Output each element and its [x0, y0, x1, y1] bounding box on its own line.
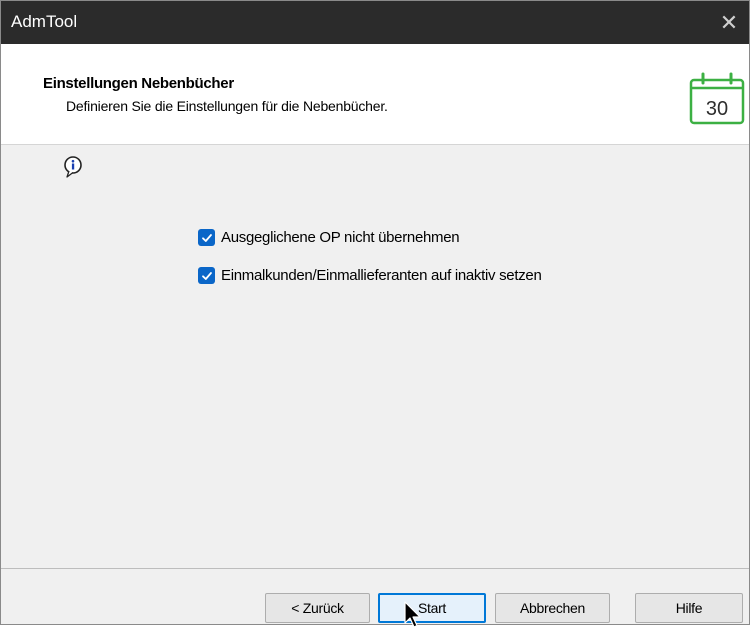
button-bar: < Zurück Start Abbrechen Hilfe	[1, 568, 749, 624]
start-button[interactable]: Start	[378, 593, 486, 623]
window-title: AdmTool	[11, 12, 78, 31]
option-label: Ausgeglichene OP nicht übernehmen	[221, 229, 460, 246]
checkbox-einmalkunden-inaktiv[interactable]	[198, 267, 215, 284]
page-subtitle: Definieren Sie die Einstellungen für die…	[66, 98, 388, 114]
back-button[interactable]: < Zurück	[265, 593, 370, 623]
calendar-day: 30	[706, 98, 728, 120]
help-button[interactable]: Hilfe	[635, 593, 743, 623]
option-label: Einmalkunden/Einmallieferanten auf inakt…	[221, 267, 542, 284]
checkmark-icon	[201, 233, 212, 242]
checkmark-icon	[201, 271, 212, 280]
option-einmalkunden-inaktiv[interactable]: Einmalkunden/Einmallieferanten auf inakt…	[198, 267, 542, 284]
page-title: Einstellungen Nebenbücher	[43, 75, 234, 92]
calendar-icon: 30	[689, 72, 745, 125]
option-ausgeglichene-op[interactable]: Ausgeglichene OP nicht übernehmen	[198, 229, 460, 246]
settings-panel: Ausgeglichene OP nicht übernehmen Einmal…	[1, 145, 749, 568]
checkbox-ausgeglichene-op[interactable]	[198, 229, 215, 246]
info-icon	[64, 156, 82, 178]
wizard-header: Einstellungen Nebenbücher Definieren Sie…	[1, 44, 749, 145]
close-button[interactable]: ✕	[709, 1, 749, 44]
mouse-cursor-icon	[404, 601, 421, 628]
cancel-button[interactable]: Abbrechen	[495, 593, 610, 623]
title-bar[interactable]: AdmTool ✕	[1, 1, 749, 44]
wizard-window: AdmTool ✕ Einstellungen Nebenbücher Defi…	[0, 0, 750, 625]
